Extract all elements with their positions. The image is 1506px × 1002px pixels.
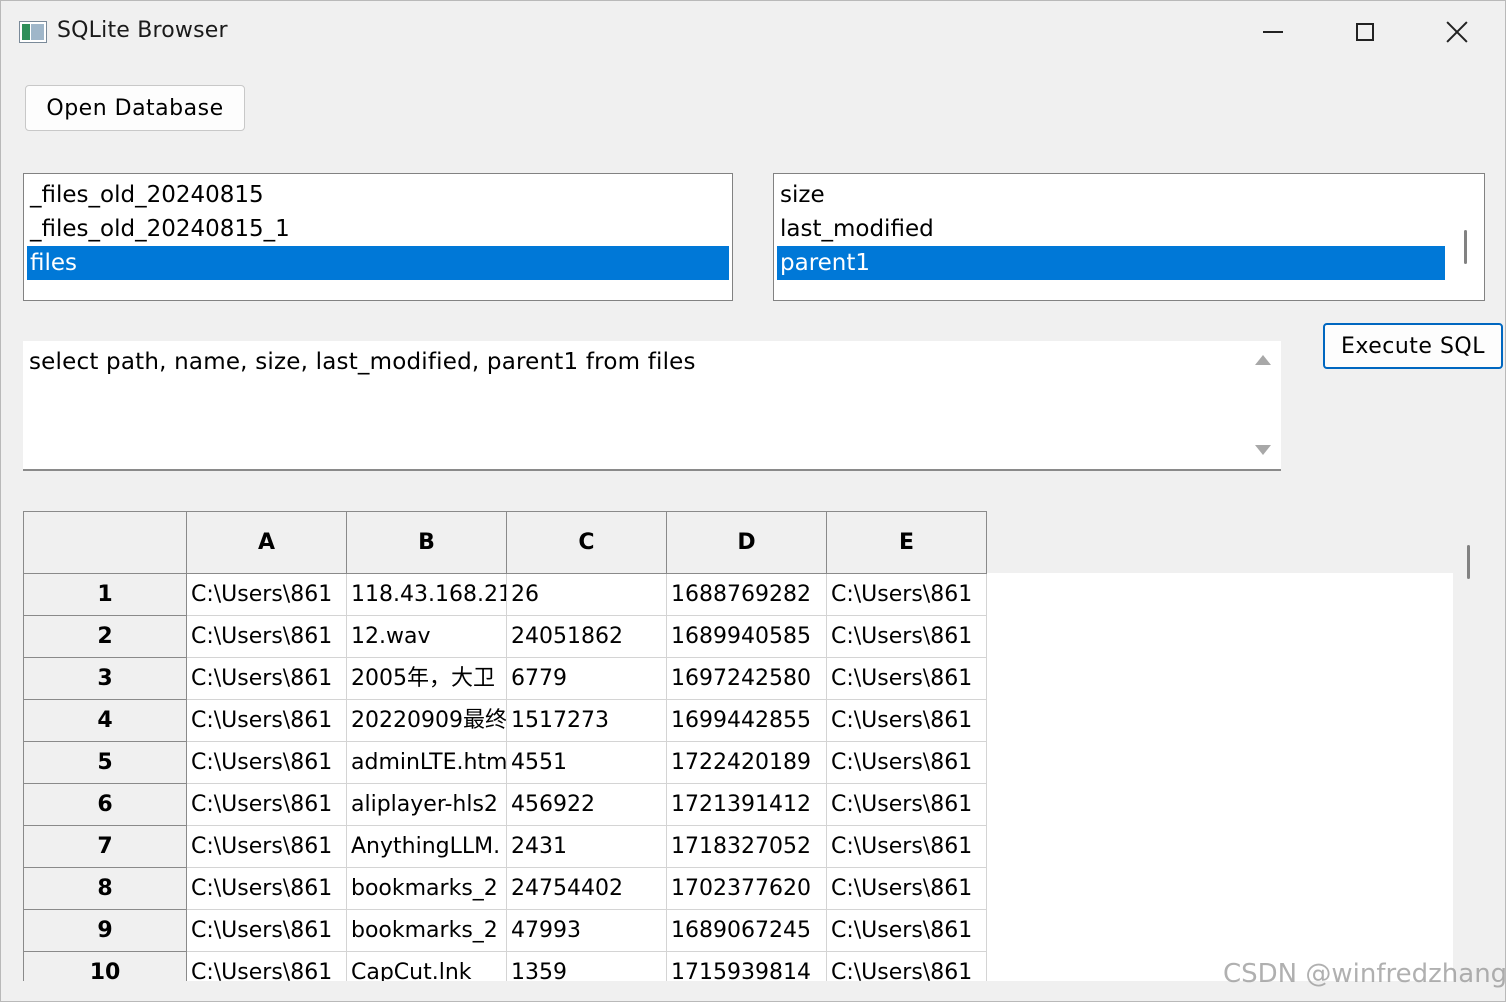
table-cell[interactable]: 1715939814	[667, 952, 827, 981]
window-title: SQLite Browser	[57, 18, 228, 43]
table-cell[interactable]: 1517273	[507, 700, 667, 742]
row-header[interactable]: 10	[23, 952, 187, 981]
row-header[interactable]: 3	[23, 658, 187, 700]
column-header[interactable]: E	[827, 511, 987, 574]
tables-list[interactable]: _files_old_20240815 _files_old_20240815_1…	[23, 173, 733, 301]
table-cell[interactable]: C:\Users\861	[827, 868, 987, 910]
table-cell[interactable]: C:\Users\861	[827, 784, 987, 826]
sql-query-text[interactable]: select path, name, size, last_modified, …	[29, 349, 696, 375]
row-header[interactable]: 8	[23, 868, 187, 910]
watermark: CSDN @winfredzhang	[1223, 959, 1506, 989]
minimize-icon	[1263, 31, 1283, 33]
minimize-button[interactable]	[1227, 1, 1319, 63]
row-header[interactable]: 2	[23, 616, 187, 658]
table-cell[interactable]: bookmarks_2	[347, 910, 507, 952]
table-cell[interactable]: 12.wav	[347, 616, 507, 658]
table-cell[interactable]: 6779	[507, 658, 667, 700]
table-cell[interactable]: C:\Users\861	[827, 616, 987, 658]
table-cell[interactable]: 1689940585	[667, 616, 827, 658]
table-cell[interactable]: C:\Users\861	[187, 868, 347, 910]
maximize-button[interactable]	[1319, 1, 1411, 63]
column-header[interactable]: C	[507, 511, 667, 574]
table-cell[interactable]: C:\Users\861	[827, 700, 987, 742]
table-cell[interactable]: C:\Users\861	[187, 700, 347, 742]
sql-query-editor[interactable]: select path, name, size, last_modified, …	[23, 341, 1281, 471]
table-cell[interactable]: adminLTE.htm	[347, 742, 507, 784]
row-header[interactable]: 1	[23, 574, 187, 616]
title-bar[interactable]: SQLite Browser	[1, 1, 1505, 65]
table-cell[interactable]: 1697242580	[667, 658, 827, 700]
close-button[interactable]	[1411, 1, 1503, 63]
column-list-item[interactable]: last_modified	[774, 212, 1448, 246]
table-cell[interactable]: 2005年，大卫	[347, 658, 507, 700]
table-cell[interactable]: C:\Users\861	[827, 658, 987, 700]
row-header[interactable]: 7	[23, 826, 187, 868]
table-list-item[interactable]: files	[27, 246, 729, 280]
table-cell[interactable]: aliplayer-hls2	[347, 784, 507, 826]
table-cell[interactable]: 1718327052	[667, 826, 827, 868]
row-header[interactable]: 6	[23, 784, 187, 826]
results-grid[interactable]: A B C D E 1 C:\Users\861 118.43.168.21 26 1688769…	[23, 511, 1453, 981]
table-cell[interactable]: C:\Users\861	[827, 952, 987, 981]
table-cell[interactable]: 1721391412	[667, 784, 827, 826]
table-cell[interactable]: bookmarks_2	[347, 868, 507, 910]
table-cell[interactable]: 24051862	[507, 616, 667, 658]
table-cell[interactable]: C:\Users\861	[827, 910, 987, 952]
table-cell[interactable]: 26	[507, 574, 667, 616]
table-cell[interactable]: C:\Users\861	[827, 574, 987, 616]
table-cell[interactable]: 4551	[507, 742, 667, 784]
execute-sql-button[interactable]: Execute SQL	[1323, 323, 1503, 369]
table-cell[interactable]: C:\Users\861	[187, 784, 347, 826]
table-cell[interactable]: 1688769282	[667, 574, 827, 616]
table-cell[interactable]: 118.43.168.21	[347, 574, 507, 616]
grid-corner-button[interactable]	[23, 511, 187, 574]
table-cell[interactable]: 1699442855	[667, 700, 827, 742]
table-cell[interactable]: C:\Users\861	[187, 826, 347, 868]
table-cell[interactable]: C:\Users\861	[187, 910, 347, 952]
app-window: SQLite Browser Open Database _files_old_…	[0, 0, 1506, 1002]
table-cell[interactable]: AnythingLLM.	[347, 826, 507, 868]
columns-list-scrollbar[interactable]	[1464, 230, 1467, 264]
open-database-button[interactable]: Open Database	[25, 85, 245, 131]
columns-list[interactable]: size last_modified parent1	[773, 173, 1485, 301]
results-grid-scrollbar[interactable]	[1453, 511, 1485, 981]
table-cell[interactable]: 20220909最终	[347, 700, 507, 742]
table-cell[interactable]: 47993	[507, 910, 667, 952]
column-list-item[interactable]: size	[774, 178, 1448, 212]
table-cell[interactable]: 24754402	[507, 868, 667, 910]
column-header[interactable]: B	[347, 511, 507, 574]
scroll-up-arrow-icon[interactable]	[1255, 355, 1271, 365]
maximize-icon	[1356, 23, 1374, 41]
table-cell[interactable]: 1689067245	[667, 910, 827, 952]
sqlite-app-icon	[19, 21, 47, 43]
table-cell[interactable]: C:\Users\861	[187, 616, 347, 658]
table-cell[interactable]: CapCut.lnk	[347, 952, 507, 981]
row-header[interactable]: 9	[23, 910, 187, 952]
row-header[interactable]: 4	[23, 700, 187, 742]
table-list-item[interactable]: _files_old_20240815	[24, 178, 732, 212]
table-cell[interactable]: 456922	[507, 784, 667, 826]
column-header[interactable]: A	[187, 511, 347, 574]
table-cell[interactable]: C:\Users\861	[187, 952, 347, 981]
table-cell[interactable]: 2431	[507, 826, 667, 868]
row-header[interactable]: 5	[23, 742, 187, 784]
table-cell[interactable]: 1359	[507, 952, 667, 981]
table-cell[interactable]: C:\Users\861	[187, 574, 347, 616]
table-cell[interactable]: 1722420189	[667, 742, 827, 784]
scroll-down-arrow-icon[interactable]	[1255, 445, 1271, 455]
table-cell[interactable]: C:\Users\861	[827, 826, 987, 868]
grid-header-empty	[987, 511, 1453, 573]
close-icon	[1446, 21, 1468, 43]
table-cell[interactable]: 1702377620	[667, 868, 827, 910]
column-list-item[interactable]: parent1	[777, 246, 1445, 280]
table-cell[interactable]: C:\Users\861	[187, 658, 347, 700]
table-cell[interactable]: C:\Users\861	[187, 742, 347, 784]
table-list-item[interactable]: _files_old_20240815_1	[24, 212, 732, 246]
table-cell[interactable]: C:\Users\861	[827, 742, 987, 784]
grid-scrollbar-thumb[interactable]	[1467, 545, 1470, 579]
column-header[interactable]: D	[667, 511, 827, 574]
